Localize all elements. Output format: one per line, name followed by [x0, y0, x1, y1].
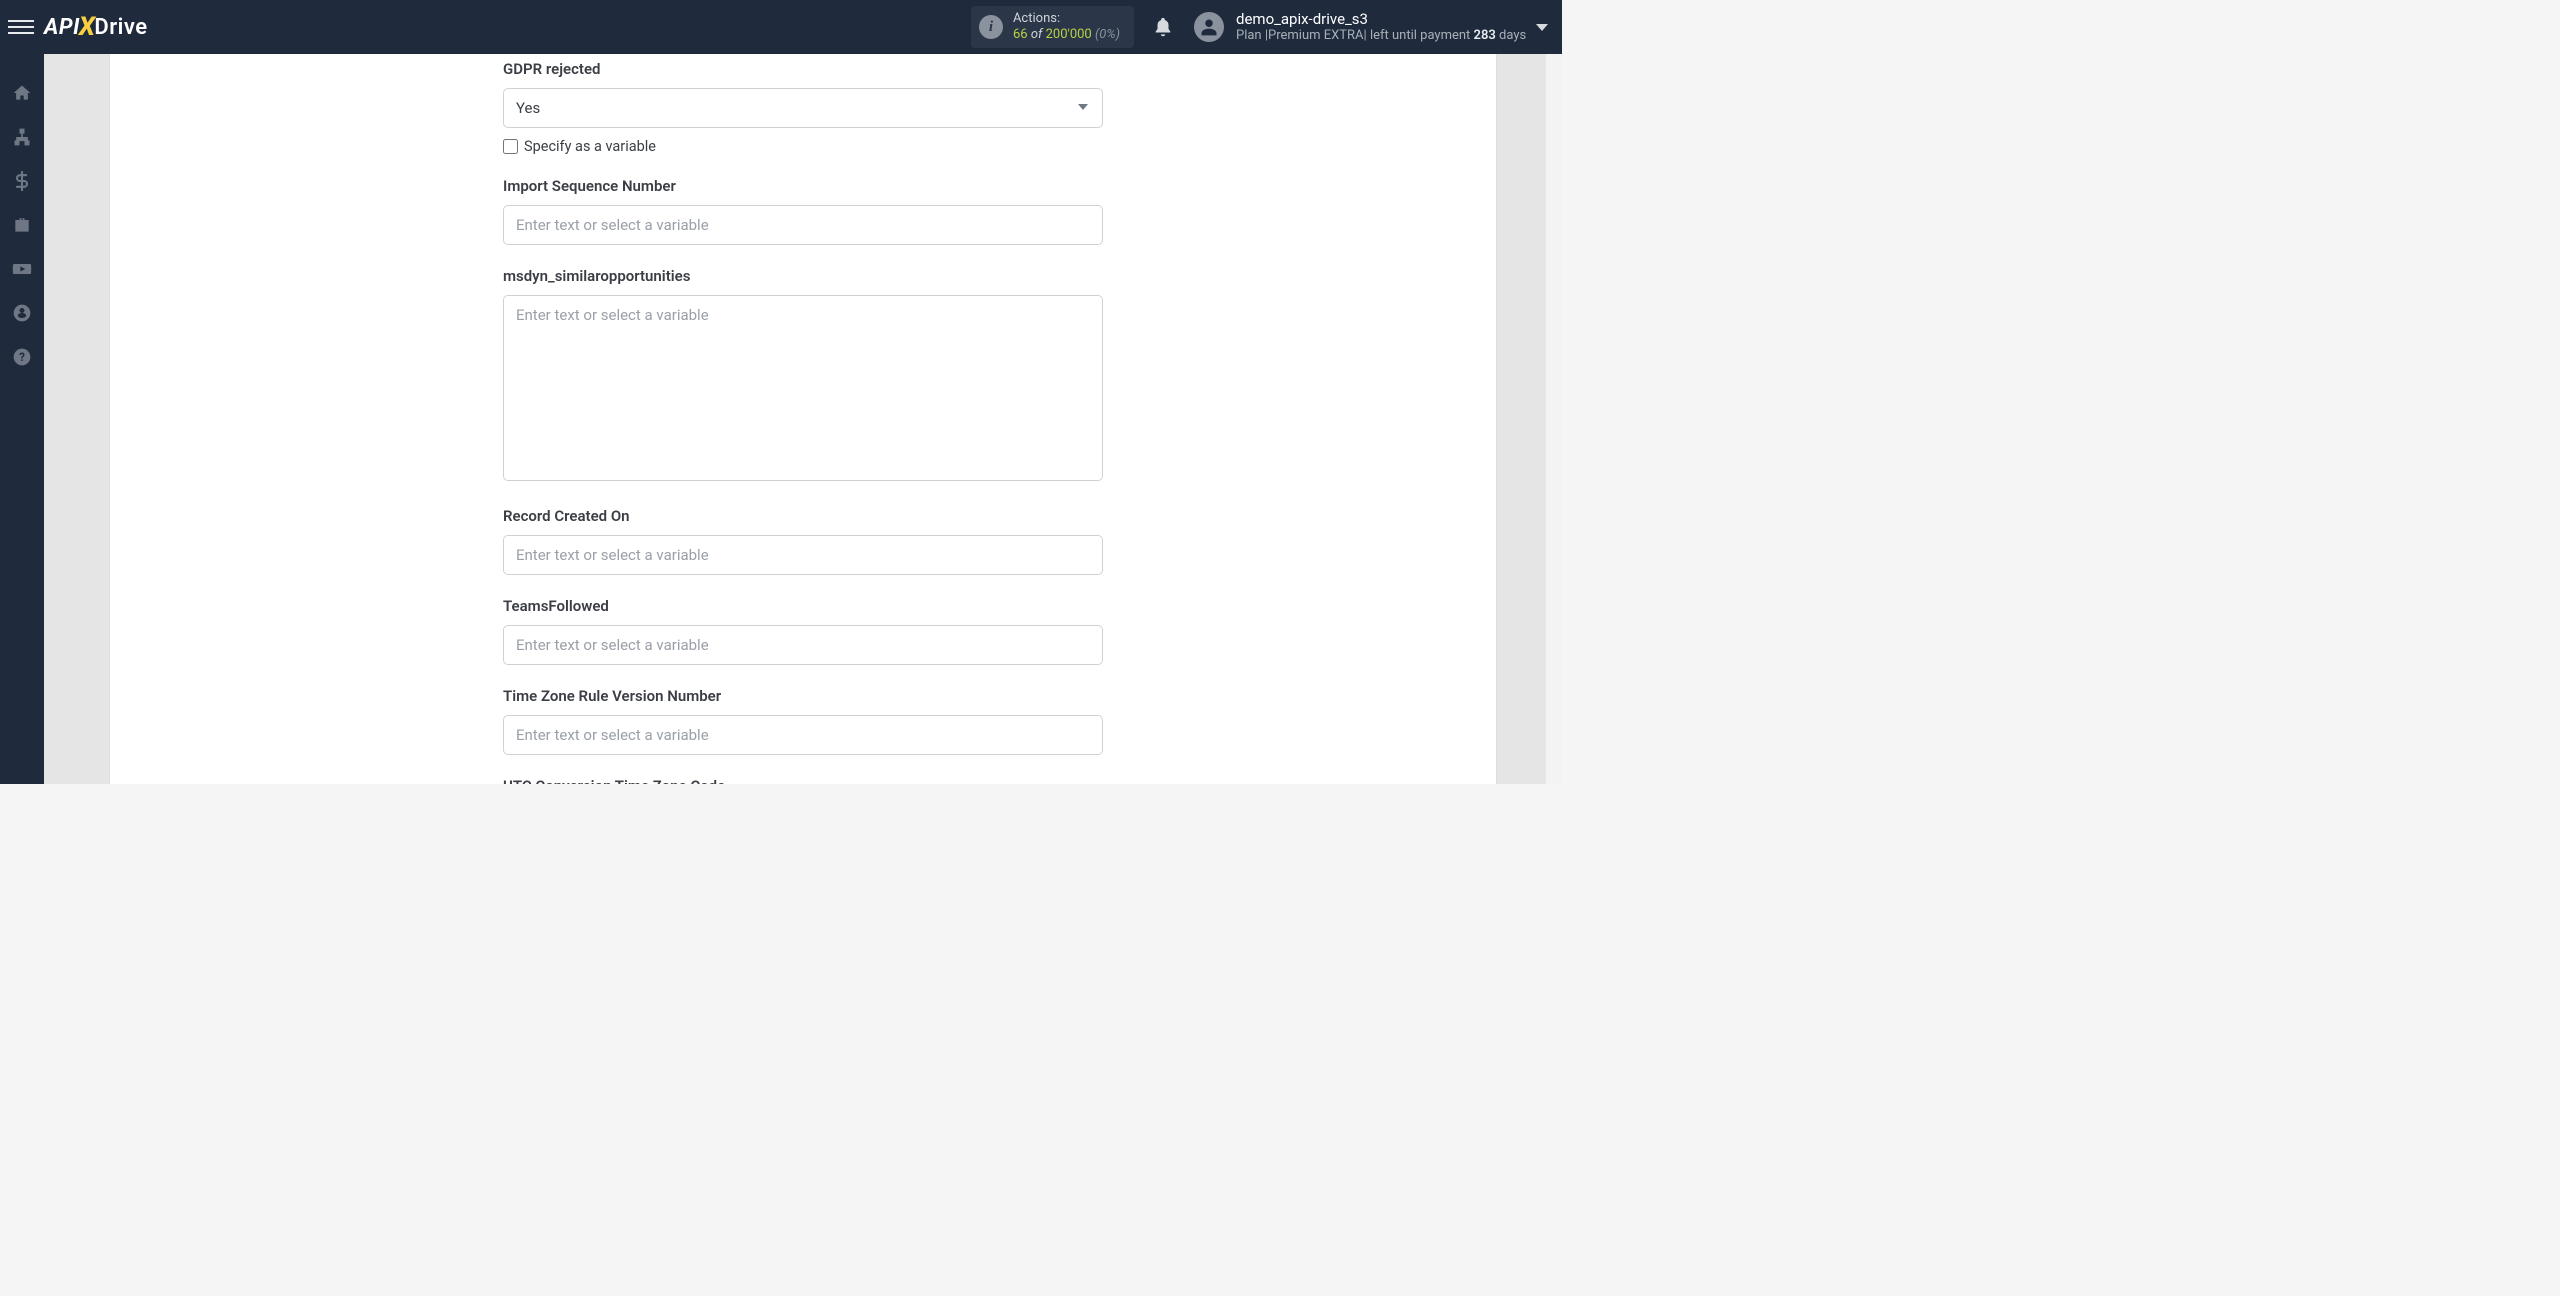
- actions-of: of: [1031, 27, 1043, 42]
- teams-input[interactable]: [503, 625, 1103, 665]
- tz-rule-input[interactable]: [503, 715, 1103, 755]
- field-label: GDPR rejected: [503, 60, 1103, 78]
- actions-label: Actions:: [1013, 11, 1120, 27]
- field-tz-rule: Time Zone Rule Version Number: [503, 687, 1103, 755]
- field-label: msdyn_similaropportunities: [503, 267, 1103, 285]
- actions-limit: 200'000: [1046, 27, 1092, 42]
- gdpr-select[interactable]: Yes: [503, 88, 1103, 128]
- field-similar: msdyn_similaropportunities: [503, 267, 1103, 485]
- home-icon[interactable]: [11, 82, 33, 104]
- gdpr-variable-checkbox-row[interactable]: Specify as a variable: [503, 138, 1103, 155]
- chevron-down-icon[interactable]: [1536, 24, 1548, 31]
- dollar-icon[interactable]: [11, 170, 33, 192]
- topbar: API X Drive i Actions: 66 of 200'000 (0%…: [0, 0, 1562, 54]
- svg-text:?: ?: [19, 350, 25, 364]
- form: GDPR rejected Yes Specify as a variable …: [503, 54, 1103, 784]
- field-label: Record Created On: [503, 507, 1103, 525]
- similar-textarea[interactable]: [503, 295, 1103, 481]
- user-plan: Plan |Premium EXTRA| left until payment …: [1236, 28, 1536, 44]
- field-teams: TeamsFollowed: [503, 597, 1103, 665]
- briefcase-icon[interactable]: [11, 214, 33, 236]
- record-created-input[interactable]: [503, 535, 1103, 575]
- notifications-icon[interactable]: [1152, 16, 1174, 38]
- actions-counter[interactable]: i Actions: 66 of 200'000 (0%): [971, 6, 1134, 48]
- field-label: Time Zone Rule Version Number: [503, 687, 1103, 705]
- info-icon: i: [979, 15, 1003, 39]
- sitemap-icon[interactable]: [11, 126, 33, 148]
- user-icon[interactable]: [11, 302, 33, 324]
- gdpr-variable-label: Specify as a variable: [524, 138, 656, 155]
- field-gdpr: GDPR rejected Yes Specify as a variable: [503, 60, 1103, 155]
- avatar[interactable]: [1194, 12, 1224, 42]
- field-label: UTC Conversion Time Zone Code: [503, 777, 1103, 784]
- logo-part-api: API: [44, 15, 80, 40]
- menu-toggle-button[interactable]: [8, 14, 34, 40]
- user-block[interactable]: demo_apix-drive_s3 Plan |Premium EXTRA| …: [1236, 10, 1536, 45]
- logo[interactable]: API X Drive: [44, 12, 148, 42]
- logo-part-drive: Drive: [94, 15, 147, 40]
- field-utc: UTC Conversion Time Zone Code: [503, 777, 1103, 784]
- user-name: demo_apix-drive_s3: [1236, 10, 1536, 29]
- help-icon[interactable]: ?: [11, 346, 33, 368]
- logo-part-x: X: [79, 12, 96, 42]
- field-import-seq: Import Sequence Number: [503, 177, 1103, 245]
- actions-pct: (0%): [1095, 27, 1120, 42]
- content-area: GDPR rejected Yes Specify as a variable …: [44, 54, 1562, 784]
- youtube-icon[interactable]: [11, 258, 33, 280]
- sidebar: ?: [0, 54, 44, 784]
- import-seq-input[interactable]: [503, 205, 1103, 245]
- gdpr-select-value: Yes: [516, 99, 540, 117]
- gdpr-variable-checkbox[interactable]: [503, 139, 518, 154]
- field-label: TeamsFollowed: [503, 597, 1103, 615]
- chevron-down-icon: [1078, 104, 1090, 112]
- field-record-created: Record Created On: [503, 507, 1103, 575]
- scrollbar[interactable]: [1546, 54, 1562, 784]
- actions-used: 66: [1013, 27, 1028, 42]
- field-label: Import Sequence Number: [503, 177, 1103, 195]
